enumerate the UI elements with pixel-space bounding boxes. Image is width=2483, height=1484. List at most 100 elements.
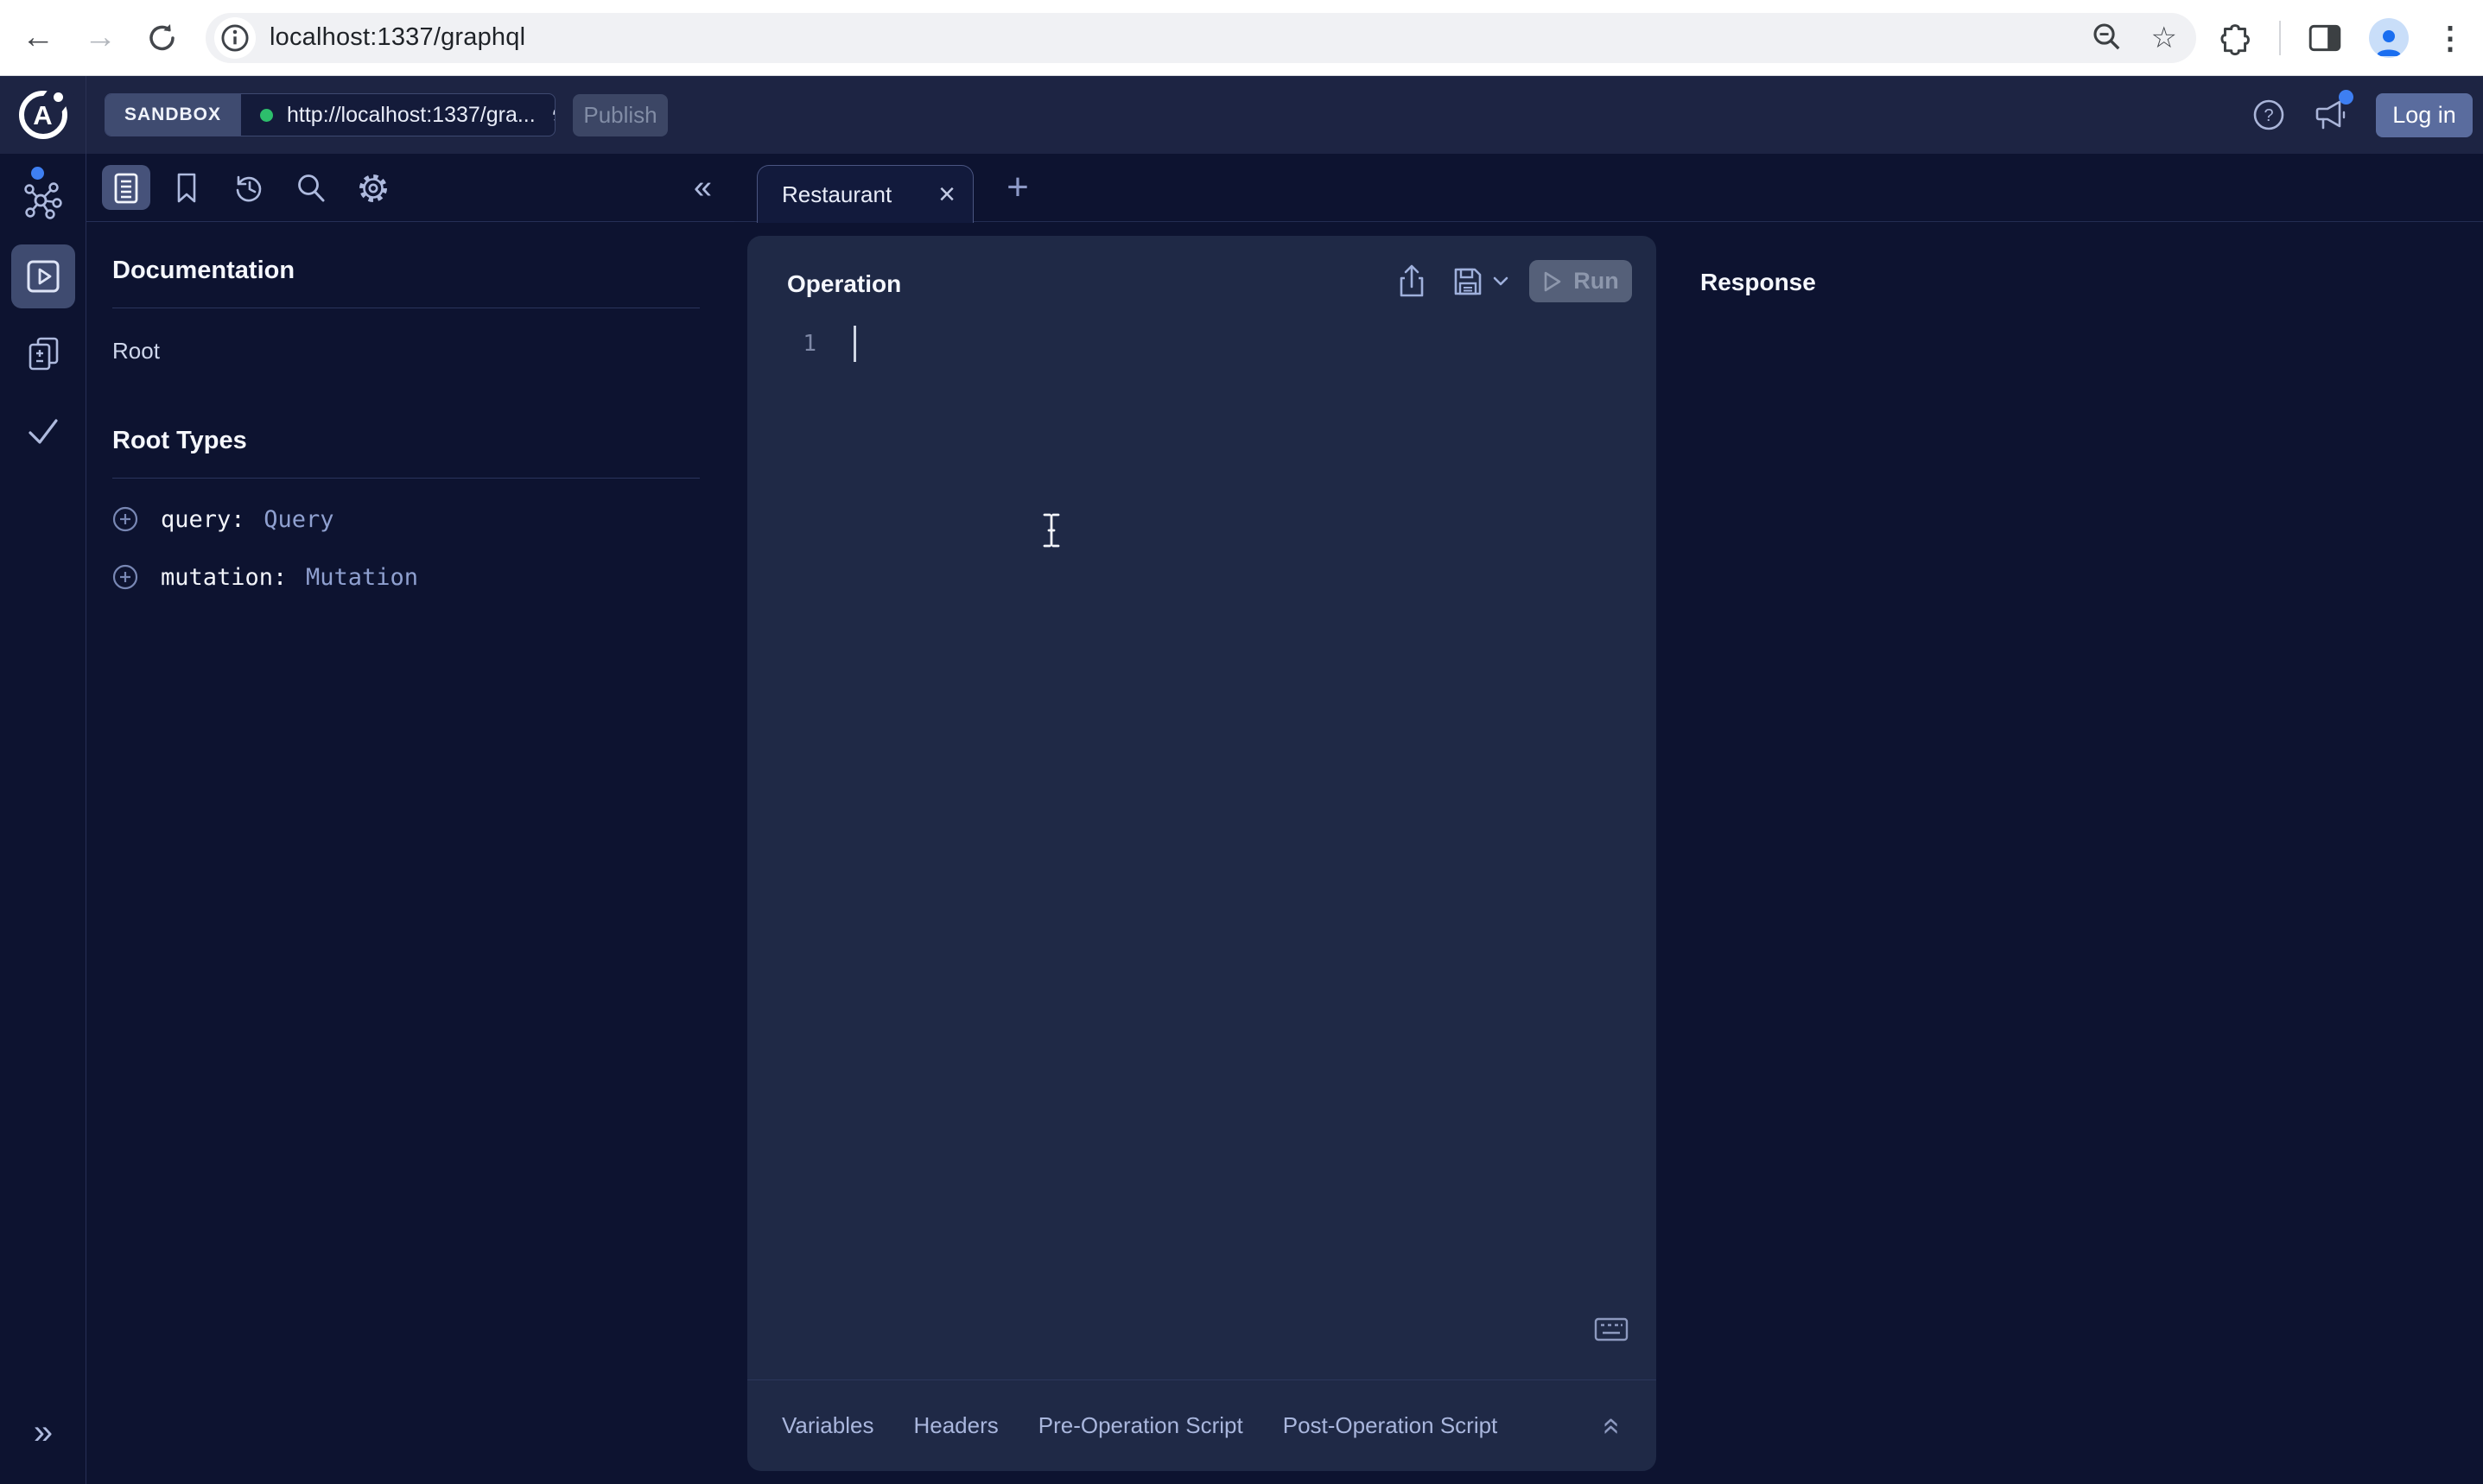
tab-label: Restaurant <box>782 181 938 208</box>
save-floppy-icon <box>1450 263 1486 300</box>
docs-title: Documentation <box>112 257 700 285</box>
browser-address-bar[interactable]: localhost:1337/graphql ☆ <box>206 13 2196 63</box>
run-label: Run <box>1573 268 1618 295</box>
expand-footer-button[interactable]: « <box>1597 1417 1629 1434</box>
reload-icon <box>146 22 179 54</box>
expand-rail-button[interactable]: » <box>0 1413 86 1452</box>
mutation-field-label: mutation: <box>161 564 287 591</box>
browser-toolbar: ← → localhost:1337/graphql <box>0 0 2483 76</box>
extensions-icon[interactable] <box>2217 20 2253 56</box>
run-button[interactable]: Run <box>1529 260 1632 302</box>
bookmark-icon <box>174 172 200 205</box>
document-lines-icon <box>113 173 139 204</box>
plus-circle-icon <box>112 506 138 532</box>
root-type-row-mutation[interactable]: mutation: Mutation <box>112 560 700 594</box>
browser-profile-avatar[interactable] <box>2369 18 2409 58</box>
documentation-panel: « Documentation Root Root Types <box>86 154 734 1484</box>
help-button[interactable]: ? <box>2251 98 2286 132</box>
tab-restaurant[interactable]: Restaurant × <box>757 165 974 223</box>
share-operation-button[interactable] <box>1394 263 1429 301</box>
sandbox-env-badge[interactable]: SANDBOX <box>105 94 241 136</box>
docs-root-label: Root <box>112 338 700 365</box>
bookmark-star-icon[interactable]: ☆ <box>2151 21 2177 55</box>
apollo-logo-icon: A <box>19 91 67 139</box>
rail-item-changelog[interactable] <box>0 334 86 372</box>
browser-back-button[interactable]: ← <box>14 14 62 62</box>
site-info-button[interactable] <box>214 17 256 59</box>
publish-button[interactable]: Publish <box>573 94 668 136</box>
docs-tab-documentation[interactable] <box>102 154 150 222</box>
schema-notification-dot <box>31 167 44 180</box>
rail-item-checks[interactable] <box>0 413 86 449</box>
keyboard-icon <box>1594 1317 1629 1341</box>
browser-menu-button[interactable]: ⋮ <box>2435 20 2461 56</box>
back-icon: ← <box>22 19 54 56</box>
site-info-icon <box>219 22 251 54</box>
query-type-link[interactable]: Query <box>264 506 333 533</box>
query-field-label: query: <box>161 506 245 533</box>
profile-person-icon <box>2372 23 2406 58</box>
help-icon: ? <box>2251 98 2286 132</box>
docs-tab-settings[interactable] <box>349 154 397 222</box>
plus-circle-icon <box>112 564 138 590</box>
root-types-divider <box>112 478 700 479</box>
rail-item-explorer[interactable] <box>0 257 86 295</box>
side-panel-icon[interactable] <box>2307 20 2343 56</box>
zoom-out-icon[interactable] <box>2091 21 2125 55</box>
plus-icon: + <box>1007 166 1029 209</box>
connection-settings-button[interactable] <box>549 98 556 131</box>
browser-reload-button[interactable] <box>138 14 187 62</box>
apollo-sandbox-screen: ← → localhost:1337/graphql <box>0 0 2483 1484</box>
close-tab-icon[interactable]: × <box>938 180 956 209</box>
operation-title: Operation <box>787 270 901 298</box>
apollo-logo-letter: A <box>33 102 52 129</box>
checkmark-icon <box>23 413 63 449</box>
settings-gear-icon <box>356 171 391 206</box>
mutation-type-link[interactable]: Mutation <box>306 564 418 591</box>
rail-item-schema-graph[interactable] <box>0 181 86 220</box>
docs-tab-saved[interactable] <box>162 154 211 222</box>
collapse-docs-button[interactable]: « <box>694 154 712 222</box>
connection-status-dot <box>260 109 273 122</box>
apollo-logo-button[interactable]: A <box>0 76 86 154</box>
browser-forward-button[interactable]: → <box>76 14 124 62</box>
apollo-header: A SANDBOX http://localhost:1337/gra... P… <box>0 76 2483 154</box>
docs-toolbar: « <box>86 154 734 222</box>
add-query-button[interactable] <box>112 506 138 532</box>
root-type-row-query[interactable]: query: Query <box>112 502 700 536</box>
chevrons-right-icon: » <box>34 1413 53 1451</box>
new-tab-button[interactable]: + <box>992 161 1044 214</box>
url-text[interactable]: localhost:1337/graphql <box>270 23 525 52</box>
save-operation-button[interactable] <box>1450 263 1508 300</box>
left-nav-rail: » <box>0 154 86 1484</box>
endpoint-url-input[interactable]: http://localhost:1337/gra... <box>287 103 536 128</box>
announcements-button[interactable] <box>2310 95 2352 135</box>
diff-docs-icon <box>24 334 62 372</box>
explorer-play-icon <box>24 257 62 295</box>
login-button[interactable]: Log in <box>2376 93 2473 137</box>
svg-text:?: ? <box>2264 106 2273 125</box>
operation-tabstrip: Restaurant × + <box>734 154 2483 222</box>
operation-editor[interactable]: 1 <box>747 326 1656 362</box>
footer-tab-post-operation-script[interactable]: Post-Operation Script <box>1283 1412 1498 1439</box>
text-caret <box>854 326 856 362</box>
operation-panel: Operation <box>747 236 1656 1471</box>
main-content: » <box>0 154 2483 1484</box>
keyboard-shortcuts-button[interactable] <box>1594 1317 1629 1341</box>
add-mutation-button[interactable] <box>112 564 138 590</box>
chevrons-up-icon: « <box>1596 1417 1631 1434</box>
chevron-down-icon[interactable] <box>1493 276 1508 287</box>
history-clock-icon <box>232 172 266 205</box>
search-icon <box>295 172 327 205</box>
forward-icon: → <box>84 19 117 56</box>
announcement-notification-dot <box>2339 90 2353 105</box>
share-export-icon <box>1394 263 1429 301</box>
operation-footer-bar: Variables Headers Pre-Operation Script P… <box>747 1379 1656 1471</box>
footer-tab-variables[interactable]: Variables <box>782 1412 873 1439</box>
overflow-icon: ⋮ <box>2435 20 2466 55</box>
docs-tab-history[interactable] <box>225 154 273 222</box>
footer-tab-headers[interactable]: Headers <box>913 1412 998 1439</box>
line-number: 1 <box>792 331 816 357</box>
docs-tab-search[interactable] <box>287 154 335 222</box>
footer-tab-pre-operation-script[interactable]: Pre-Operation Script <box>1038 1412 1243 1439</box>
